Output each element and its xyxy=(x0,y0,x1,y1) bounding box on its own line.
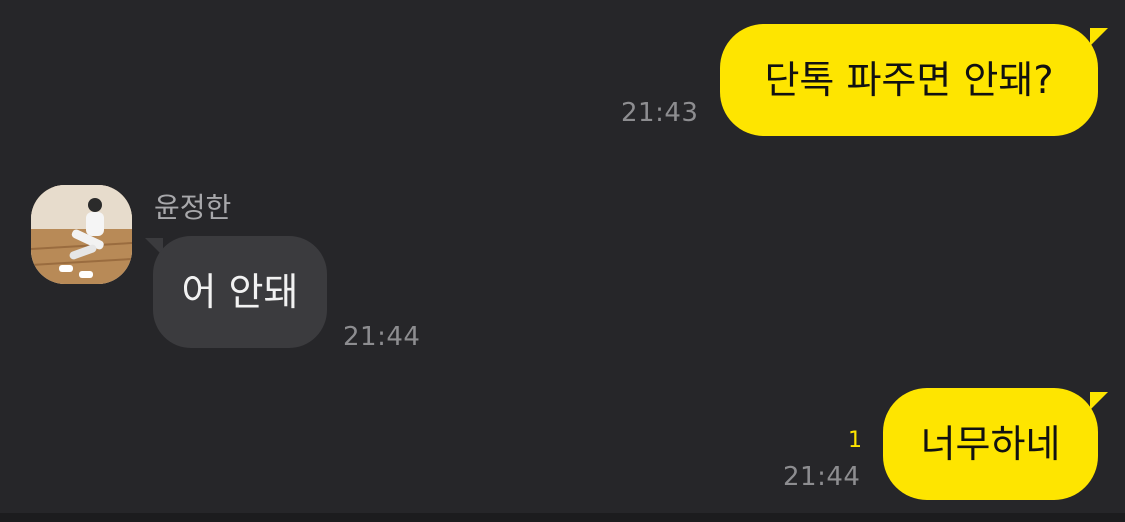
bubble-tail xyxy=(1090,28,1108,46)
message-time: 21:43 xyxy=(621,98,699,128)
message-time: 21:44 xyxy=(783,462,861,492)
sender-name: 윤정한 xyxy=(154,191,232,224)
message-time: 21:44 xyxy=(343,322,421,352)
my-message-bubble[interactable]: 너무하네 xyxy=(883,388,1098,500)
message-text: 어 안돼 xyxy=(181,270,299,314)
other-message-bubble[interactable]: 어 안돼 xyxy=(153,236,327,348)
bubble-tail xyxy=(1090,392,1108,410)
my-message-bubble[interactable]: 단톡 파주면 안돼? xyxy=(720,24,1098,136)
unread-count: 1 xyxy=(848,428,862,453)
avatar-image xyxy=(31,185,132,284)
bottom-divider xyxy=(0,513,1125,522)
message-text: 단톡 파주면 안돼? xyxy=(764,58,1054,102)
message-text: 너무하네 xyxy=(920,422,1061,466)
profile-avatar[interactable] xyxy=(31,185,132,284)
chat-area: 21:43 단톡 파주면 안돼? 윤정한 어 안돼 21:44 1 21:44 … xyxy=(0,0,1125,522)
